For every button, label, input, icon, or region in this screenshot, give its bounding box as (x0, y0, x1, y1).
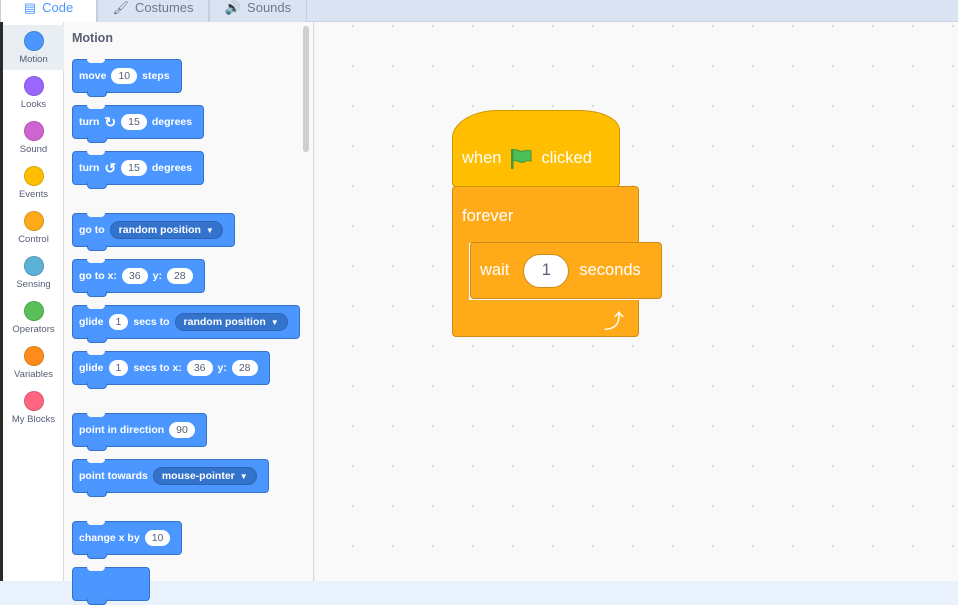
block-turn-right[interactable]: turn ↻ 15 degrees (72, 105, 205, 143)
glide-xy-secs-input[interactable]: 1 (108, 360, 129, 376)
palette-scrollbar[interactable] (303, 26, 309, 152)
category-sound-dot (23, 121, 44, 141)
category-control-dot (23, 211, 44, 231)
direction-input[interactable]: 90 (169, 422, 195, 438)
category-looks[interactable]: Looks (3, 70, 64, 115)
change-x-input[interactable]: 10 (144, 530, 171, 546)
category-sensing-dot (23, 256, 44, 276)
glide-secs-input[interactable]: 1 (108, 314, 129, 330)
category-control[interactable]: Control (3, 205, 64, 250)
chevron-down-icon: ▼ (270, 318, 279, 327)
category-operators-dot (23, 301, 44, 321)
category-my-blocks-dot (23, 391, 44, 411)
block-go-to-xy[interactable]: go to x: 36 y: 28 (72, 259, 205, 297)
rotate-left-icon: ↺ (104, 160, 117, 176)
block-wait-seconds[interactable]: wait 1 seconds (470, 242, 662, 299)
palette-section-title: Motion (72, 31, 113, 45)
glide-y-input[interactable]: 28 (231, 360, 258, 376)
block-go-to[interactable]: go to random position ▼ (72, 213, 235, 251)
category-my-blocks[interactable]: My Blocks (3, 385, 64, 430)
loop-arrow-icon: ⤴ (604, 311, 624, 333)
category-events[interactable]: Events (3, 160, 64, 205)
point-towards-dropdown[interactable]: mouse-pointer ▼ (152, 467, 257, 485)
block-change-x[interactable]: change x by 10 (72, 521, 183, 559)
category-menu: Motion Looks Sound Events Control Sensin… (0, 22, 64, 581)
category-looks-dot (23, 76, 44, 96)
glide-target-dropdown[interactable]: random position ▼ (174, 313, 288, 331)
category-sound[interactable]: Sound (3, 115, 64, 160)
tab-code[interactable]: ▤ Code (0, 0, 97, 22)
go-to-target-dropdown[interactable]: random position ▼ (109, 221, 223, 239)
block-turn-left[interactable]: turn ↺ 15 degrees (72, 151, 205, 189)
wait-seconds-input[interactable]: 1 (523, 253, 570, 288)
block-when-flag-clicked[interactable]: when clicked (452, 110, 620, 187)
category-variables-dot (23, 346, 44, 366)
category-motion[interactable]: Motion (3, 25, 64, 70)
rotate-right-icon: ↻ (104, 114, 117, 130)
turn-right-degrees-input[interactable]: 15 (121, 114, 147, 130)
move-steps-input[interactable]: 10 (111, 68, 138, 84)
chevron-down-icon: ▼ (239, 472, 248, 481)
block-partial-next[interactable] (72, 567, 150, 605)
turn-left-degrees-input[interactable]: 15 (121, 160, 147, 176)
block-move-steps[interactable]: move 10 steps (72, 59, 182, 97)
brush-icon: 🖌 (112, 0, 129, 15)
chevron-down-icon: ▼ (205, 226, 214, 235)
tab-costumes[interactable]: 🖌 Costumes (97, 0, 209, 22)
code-icon: ▤ (23, 0, 37, 15)
block-glide-to-xy[interactable]: glide 1 secs to x: 36 y: 28 (72, 351, 270, 389)
category-motion-dot (23, 31, 44, 51)
glide-x-input[interactable]: 36 (186, 360, 213, 376)
go-to-y-input[interactable]: 28 (166, 268, 193, 284)
tab-sounds[interactable]: 🔊 Sounds (209, 0, 307, 22)
category-variables[interactable]: Variables (3, 340, 64, 385)
editor-tab-bar: ▤ Code 🖌 Costumes 🔊 Sounds (0, 0, 958, 22)
block-point-in-direction[interactable]: point in direction 90 (72, 413, 207, 451)
category-sensing[interactable]: Sensing (3, 250, 64, 295)
speaker-icon: 🔊 (224, 0, 242, 15)
category-operators[interactable]: Operators (3, 295, 64, 340)
go-to-x-input[interactable]: 36 (121, 268, 148, 284)
block-point-towards[interactable]: point towards mouse-pointer ▼ (72, 459, 269, 497)
block-glide-to[interactable]: glide 1 secs to random position ▼ (72, 305, 300, 343)
category-events-dot (23, 166, 44, 186)
green-flag-icon (511, 148, 532, 169)
